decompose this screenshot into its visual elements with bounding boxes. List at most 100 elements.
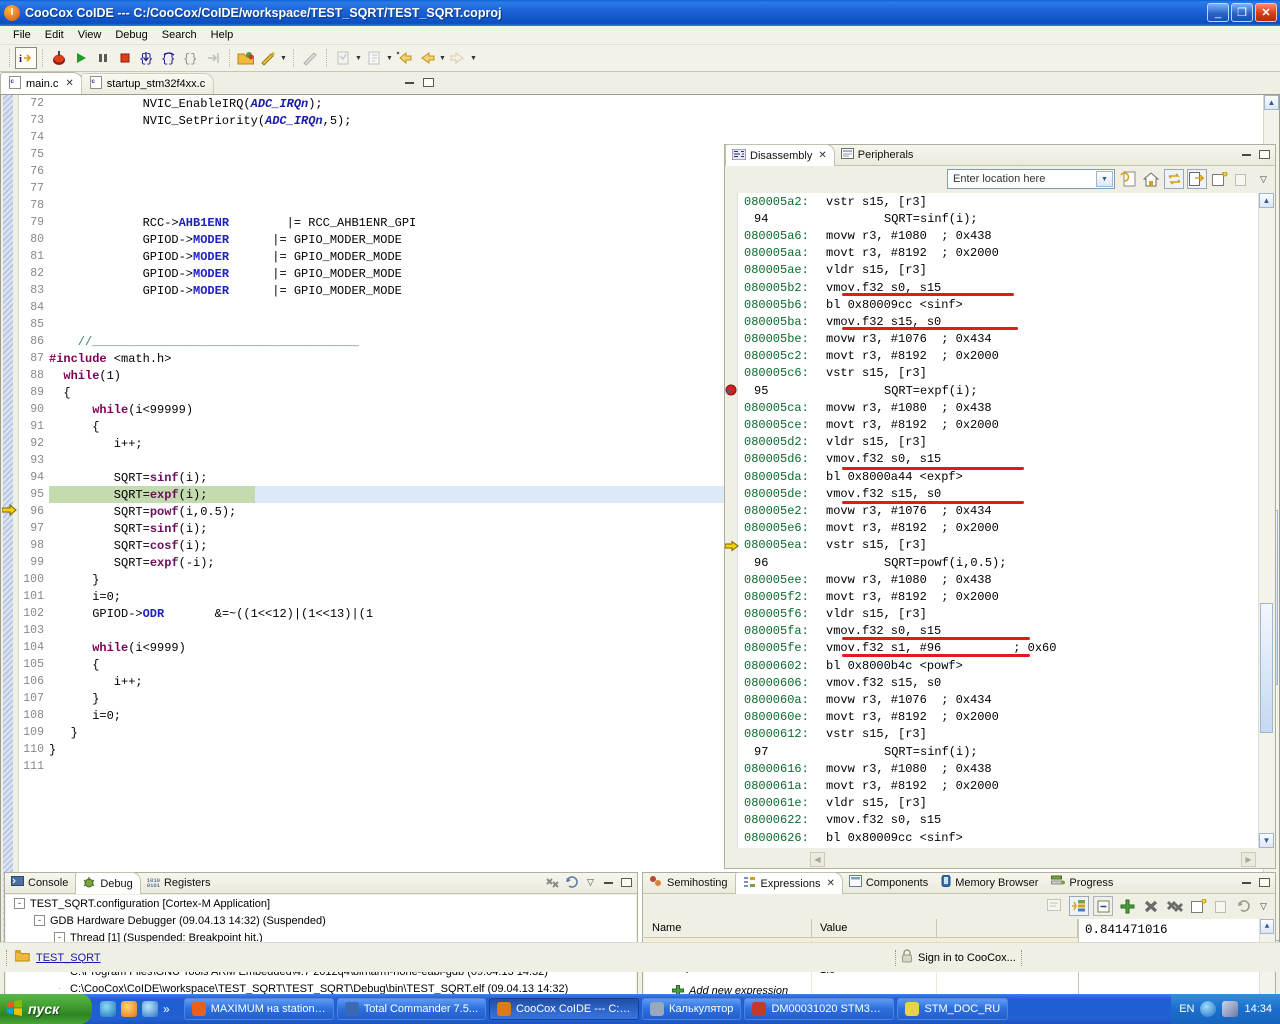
debug-tree-item[interactable]: - GDB Hardware Debugger (09.04.13 14:32) … <box>6 912 636 929</box>
suspend-icon[interactable] <box>92 47 114 69</box>
terminate-icon[interactable] <box>114 47 136 69</box>
editor-line[interactable]: 83 GPIOD->MODER |= GPIO_MODER_MODE <box>19 282 1263 299</box>
disassembly-row[interactable]: 08000622: vmov.f32 s0, s15 <box>738 812 1258 829</box>
editor-line[interactable]: 102 GPIOD->ODR &=~((1<<12)|(1<<13)|(1 <box>19 605 1263 622</box>
resume-icon[interactable] <box>70 47 92 69</box>
editor-line[interactable]: 97 SQRT=sinf(i); <box>19 520 1263 537</box>
layout-details-icon[interactable] <box>1069 896 1089 916</box>
editor-line[interactable]: 96 SQRT=powf(i,0.5); <box>19 503 1263 520</box>
menu-help[interactable]: Help <box>204 28 241 42</box>
editor-line[interactable]: 84 <box>19 299 1263 316</box>
disassembly-row[interactable]: 0800061a: movt r3, #8192 ; 0x2000 <box>738 777 1258 794</box>
editor-line[interactable]: 108 i=0; <box>19 707 1263 724</box>
editor-line[interactable]: 72 NVIC_EnableIRQ(ADC_IRQn); <box>19 95 1263 112</box>
editor-line[interactable]: 105 { <box>19 656 1263 673</box>
debug-icon[interactable] <box>48 47 70 69</box>
remove-all-expressions-icon[interactable] <box>1165 896 1185 916</box>
refresh-icon[interactable] <box>565 875 580 890</box>
tab-debug[interactable]: Debug <box>75 872 141 894</box>
tray-icon-1[interactable] <box>1200 1001 1217 1017</box>
minimize-button[interactable]: _ <box>1207 3 1229 22</box>
minimize-view-icon[interactable] <box>402 75 417 90</box>
editor-line[interactable]: 99 SQRT=expf(-i); <box>19 554 1263 571</box>
scroll-right-icon[interactable]: ▶ <box>1241 851 1256 867</box>
editor-line[interactable]: 80 GPIOD->MODER |= GPIO_MODER_MODE <box>19 231 1263 248</box>
maximize-view-icon[interactable] <box>619 875 634 890</box>
editor-line[interactable]: 100} <box>19 571 1263 588</box>
debug-tree-item[interactable]: - TEST_SQRT.configuration [Cortex-M Appli… <box>6 895 636 912</box>
editor-line[interactable]: 87 #include <math.h> <box>19 350 1263 367</box>
editor-line[interactable]: 75 <box>19 146 1263 163</box>
tab-registers[interactable]: 1010 0101 Registers <box>141 872 218 893</box>
editor-tab-startup-c[interactable]: c startup_stm32f4xx.c <box>80 73 215 94</box>
editor-line[interactable]: 95 SQRT=expf(i); <box>19 486 1263 503</box>
taskbar-button[interactable]: Total Commander 7.5... <box>336 998 487 1020</box>
editor-line[interactable]: 78 <box>19 197 1263 214</box>
open-folder-icon[interactable] <box>235 47 257 69</box>
close-icon[interactable]: ✕ <box>826 878 834 889</box>
remove-expression-icon[interactable] <box>1141 896 1161 916</box>
maximize-view-icon[interactable] <box>1257 875 1272 890</box>
quicklaunch-icon-2[interactable] <box>121 1001 137 1017</box>
editor-line[interactable]: 106 i++; <box>19 673 1263 690</box>
tab-expressions[interactable]: Expressions ✕ <box>734 872 843 894</box>
tab-console[interactable]: Console <box>5 872 75 893</box>
menu-search[interactable]: Search <box>155 28 204 42</box>
minimize-view-icon[interactable] <box>1239 875 1254 890</box>
status-project-name[interactable]: TEST_SQRT <box>36 952 101 964</box>
editor-line[interactable]: 79 RCC->AHB1ENR |= RCC_AHB1ENR_GPI <box>19 214 1263 231</box>
tab-progress[interactable]: Progress <box>1045 872 1120 893</box>
editor-line[interactable]: 73 NVIC_SetPriority(ADC_IRQn,5); <box>19 112 1263 129</box>
step-over-icon[interactable]: {} <box>158 47 180 69</box>
build-icon[interactable] <box>257 47 279 69</box>
remove-terminated-icon[interactable] <box>544 875 562 890</box>
tab-memory-browser[interactable]: Memory Browser <box>935 872 1045 893</box>
column-header-name[interactable]: Name <box>644 919 812 937</box>
column-header-value[interactable]: Value <box>812 919 937 937</box>
back-dropdown-icon[interactable]: ▼ <box>438 55 447 62</box>
tab-semihosting[interactable]: Semihosting <box>643 872 735 893</box>
editor-line[interactable]: 74 <box>19 129 1263 146</box>
editor-line[interactable]: 93 <box>19 452 1263 469</box>
editor-line[interactable]: 82 GPIOD->MODER |= GPIO_MODER_MODE <box>19 265 1263 282</box>
step-into-icon[interactable]: {} <box>136 47 158 69</box>
editor-line[interactable]: 89 { <box>19 384 1263 401</box>
build-dropdown-icon[interactable]: ▼ <box>279 55 288 62</box>
menu-view[interactable]: View <box>71 28 109 42</box>
editor-line[interactable]: 76 <box>19 163 1263 180</box>
tree-expander-icon[interactable]: - <box>14 898 25 909</box>
editor-line[interactable]: 86 //____________________________________… <box>19 333 1263 350</box>
editor-line[interactable]: 104 while(i<9999) <box>19 639 1263 656</box>
tab-components[interactable]: Components <box>843 872 935 893</box>
quicklaunch-icon-1[interactable] <box>100 1001 116 1017</box>
new-view-icon[interactable] <box>1189 896 1209 916</box>
editor-line[interactable]: 103 <box>19 622 1263 639</box>
editor-line[interactable]: 85 <box>19 316 1263 333</box>
add-expression-icon[interactable] <box>1117 896 1137 916</box>
taskbar-button[interactable]: Калькулятор <box>642 998 742 1020</box>
step-return-icon[interactable]: {} <box>180 47 202 69</box>
scroll-down-icon[interactable]: ▼ <box>1259 833 1274 848</box>
editor-line[interactable]: 88 while(1) <box>19 367 1263 384</box>
scroll-left-icon[interactable]: ◀ <box>810 851 825 867</box>
clock[interactable]: 14:34 <box>1244 1003 1272 1015</box>
menu-file[interactable]: File <box>6 28 38 42</box>
editor-marker-bar[interactable] <box>1 95 19 971</box>
editor-line[interactable]: 107} <box>19 690 1263 707</box>
restore-button[interactable]: ❐ <box>1231 3 1253 22</box>
close-button[interactable]: ✕ <box>1255 3 1277 22</box>
view-menu-icon[interactable]: ▽ <box>583 875 598 890</box>
view-menu-icon[interactable]: ▽ <box>1256 899 1271 914</box>
editor-line[interactable]: 109} <box>19 724 1263 741</box>
editor-line[interactable]: 92 i++; <box>19 435 1263 452</box>
new-project-icon[interactable]: i <box>15 47 37 69</box>
editor-line[interactable]: 110} <box>19 741 1263 758</box>
scroll-up-icon[interactable]: ▲ <box>1260 919 1274 934</box>
signin-label[interactable]: Sign in to CooCox... <box>918 952 1016 964</box>
menu-edit[interactable]: Edit <box>38 28 71 42</box>
refresh-icon[interactable] <box>1237 899 1252 914</box>
close-icon[interactable]: ✕ <box>65 78 73 89</box>
disassembly-row[interactable]: 0800061e: vldr s15, [r3] <box>738 795 1258 812</box>
tree-expander-icon[interactable]: - <box>34 915 45 926</box>
editor-tab-main-c[interactable]: c main.c ✕ <box>0 72 83 94</box>
